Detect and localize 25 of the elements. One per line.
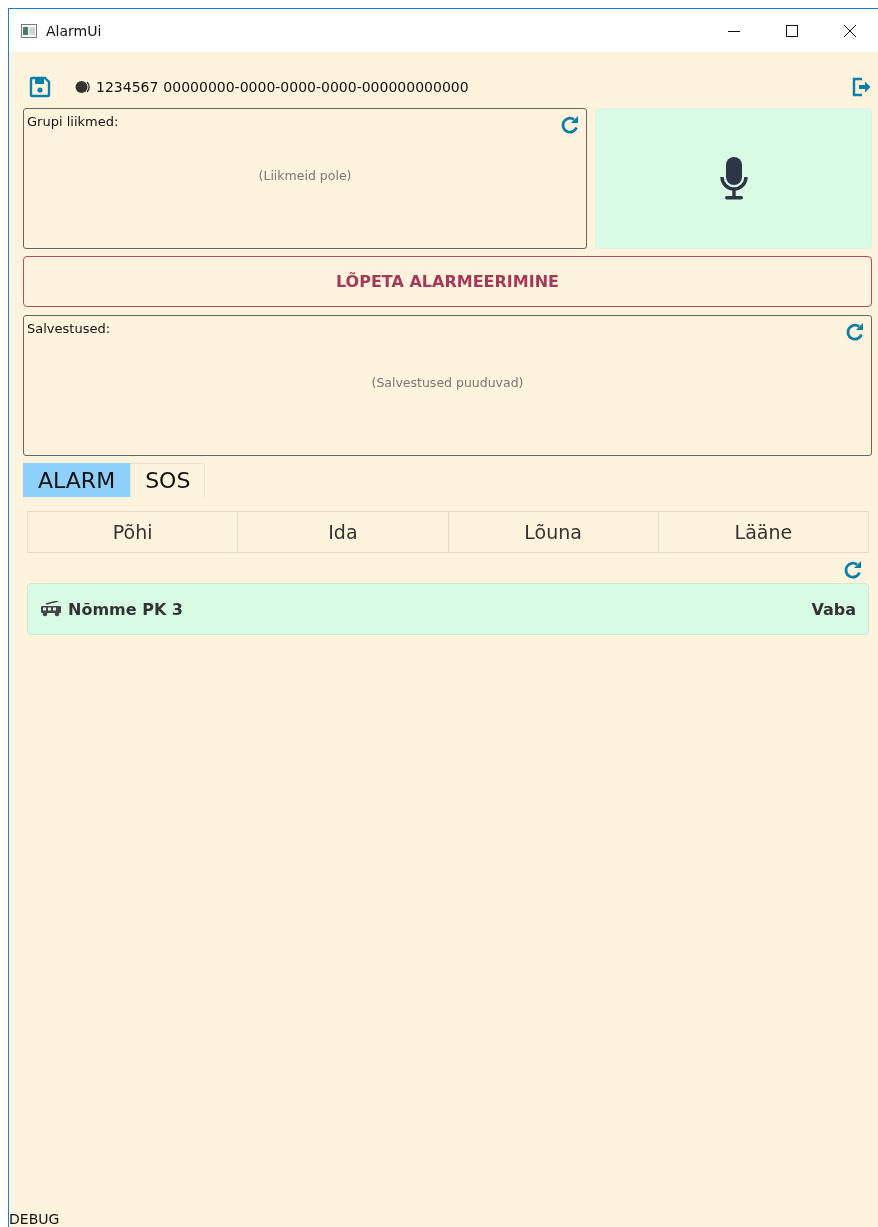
unit-name: Nõmme PK 3 (68, 599, 183, 619)
unit-item[interactable]: Nõmme PK 3 Vaba (27, 583, 869, 635)
refresh-icon[interactable] (844, 321, 866, 343)
refresh-icon[interactable] (559, 114, 581, 136)
members-empty-text: (Liikmeid pole) (257, 167, 353, 185)
bell-icon (74, 79, 91, 95)
unit-status: Vaba (811, 599, 856, 619)
recordings-label: Salvestused: (26, 320, 111, 336)
stop-alarm-button[interactable]: LÕPETA ALARMEERIMINE (23, 256, 872, 307)
debug-label: DEBUG (9, 1211, 61, 1227)
microphone-icon (718, 155, 749, 202)
phone-number: 1234567 (96, 79, 159, 95)
app-icon (21, 23, 37, 38)
close-icon[interactable] (842, 22, 858, 39)
members-label: Grupi liikmed: (26, 113, 119, 129)
refresh-icon[interactable] (842, 559, 864, 581)
fire-truck-icon (40, 601, 62, 617)
device-guid: 00000000-0000-0000-0000-000000000000 (163, 79, 469, 95)
logout-icon[interactable] (850, 76, 872, 98)
maximize-icon[interactable] (784, 22, 800, 39)
tab[interactable]: SOS (130, 463, 206, 497)
save-icon[interactable] (29, 76, 51, 98)
recordings-empty-text: (Salvestused puuduvad) (370, 374, 525, 392)
tab[interactable]: ALARM (23, 463, 131, 497)
window-title: AlarmUi (46, 22, 102, 39)
